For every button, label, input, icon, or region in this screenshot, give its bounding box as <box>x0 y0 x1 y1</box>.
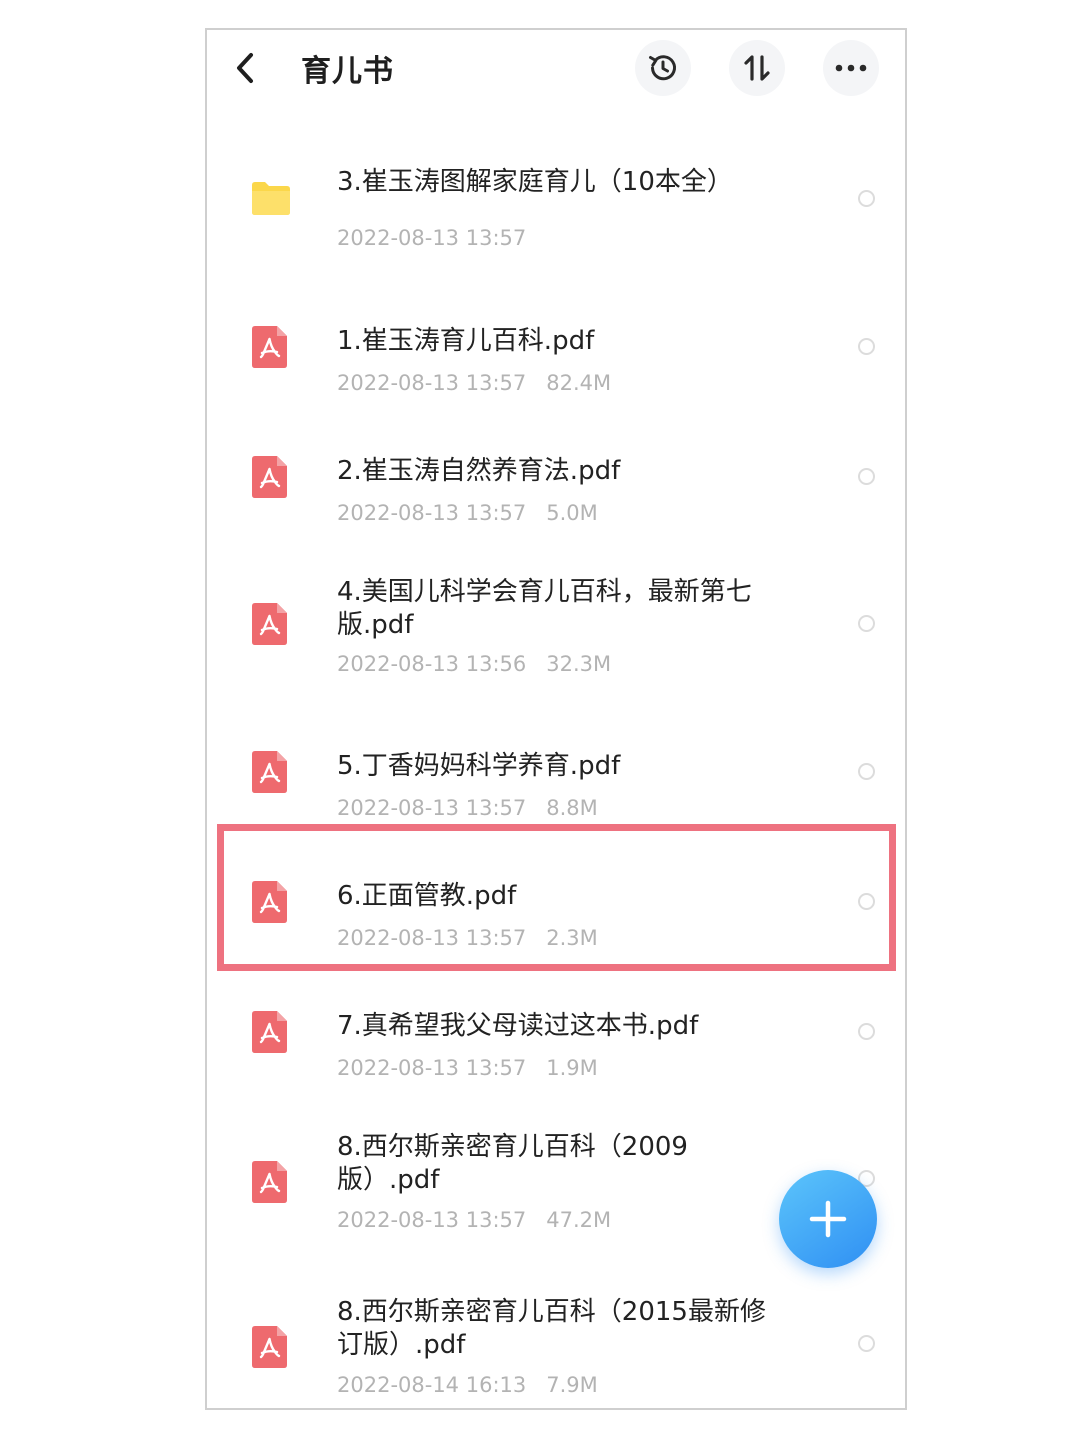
file-meta: 2022-08-13 13:57 8.8M <box>337 796 598 820</box>
pdf-icon <box>252 1161 287 1203</box>
file-meta: 2022-08-13 13:56 32.3M <box>337 652 611 676</box>
select-radio[interactable] <box>858 893 875 910</box>
pdf-icon <box>252 881 287 923</box>
file-date: 2022-08-13 13:56 <box>337 652 527 676</box>
add-button[interactable] <box>779 1170 877 1268</box>
file-name: 8.西尔斯亲密育儿百科（2015最新修订版）.pdf <box>337 1297 766 1360</box>
list-item[interactable]: 4.美国儿科学会育儿百科，最新第七版.pdf 2022-08-13 13:56 3… <box>207 570 905 690</box>
file-name: 8.西尔斯亲密育儿百科（2009版）.pdf <box>337 1132 688 1195</box>
list-item[interactable]: 2.崔玉涛自然养育法.pdf 2022-08-13 13:57 5.0M <box>207 445 905 545</box>
page-title: 育儿书 <box>301 54 394 89</box>
select-radio[interactable] <box>858 763 875 780</box>
pdf-icon <box>252 1326 287 1368</box>
file-name: 7.真希望我父母读过这本书.pdf <box>337 1011 699 1041</box>
plus-icon <box>809 1200 847 1238</box>
history-icon <box>649 55 676 81</box>
file-size: 5.0M <box>546 501 598 525</box>
select-radio[interactable] <box>858 615 875 632</box>
pdf-icon <box>252 456 287 498</box>
file-date: 2022-08-14 16:13 <box>337 1373 527 1397</box>
list-item[interactable]: 7.真希望我父母读过这本书.pdf 2022-08-13 13:57 1.9M <box>207 1000 905 1100</box>
pdf-icon <box>252 603 287 645</box>
header-bar: 育儿书 <box>207 30 905 140</box>
select-radio[interactable] <box>858 338 875 355</box>
file-size: 32.3M <box>546 652 612 676</box>
list-item-highlighted[interactable]: 6.正面管教.pdf 2022-08-13 13:57 2.3M <box>207 870 905 970</box>
file-meta: 2022-08-14 16:13 7.9M <box>337 1373 598 1397</box>
list-item[interactable]: 8.西尔斯亲密育儿百科（2015最新修订版）.pdf 2022-08-14 16… <box>207 1290 905 1408</box>
file-date: 2022-08-13 13:57 <box>337 926 527 950</box>
list-item[interactable]: 3.崔玉涛图解家庭育儿（10本全） 2022-08-13 13:57 <box>207 160 905 290</box>
sort-icon <box>744 55 770 81</box>
file-date: 2022-08-13 13:57 <box>337 371 527 395</box>
file-meta: 2022-08-13 13:57 2.3M <box>337 926 598 950</box>
file-date: 2022-08-13 13:57 <box>337 1056 527 1080</box>
file-date: 2022-08-13 13:57 <box>337 226 527 250</box>
select-radio[interactable] <box>858 468 875 485</box>
file-size: 1.9M <box>546 1056 598 1080</box>
sort-button[interactable] <box>729 40 785 96</box>
file-name: 2.崔玉涛自然养育法.pdf <box>337 456 621 486</box>
file-date: 2022-08-13 13:57 <box>337 1208 527 1232</box>
pdf-icon <box>252 326 287 368</box>
list-item[interactable]: 5.丁香妈妈科学养育.pdf 2022-08-13 13:57 8.8M <box>207 740 905 840</box>
file-size: 8.8M <box>546 796 598 820</box>
file-date: 2022-08-13 13:57 <box>337 796 527 820</box>
history-button[interactable] <box>635 40 691 96</box>
file-date: 2022-08-13 13:57 <box>337 501 527 525</box>
pdf-icon <box>252 1011 287 1053</box>
folder-icon <box>252 182 290 215</box>
chevron-left-icon <box>237 53 253 83</box>
more-button[interactable] <box>823 40 879 96</box>
file-name: 5.丁香妈妈科学养育.pdf <box>337 751 621 781</box>
file-size: 7.9M <box>546 1373 598 1397</box>
list-item[interactable]: 1.崔玉涛育儿百科.pdf 2022-08-13 13:57 82.4M <box>207 315 905 415</box>
file-meta: 2022-08-13 13:57 82.4M <box>337 371 611 395</box>
file-size: 2.3M <box>546 926 598 950</box>
pdf-icon <box>252 751 287 793</box>
file-meta: 2022-08-13 13:57 47.2M <box>337 1208 611 1232</box>
file-meta: 2022-08-13 13:57 1.9M <box>337 1056 598 1080</box>
select-radio[interactable] <box>858 190 875 207</box>
file-name: 6.正面管教.pdf <box>337 881 517 911</box>
file-name: 1.崔玉涛育儿百科.pdf <box>337 326 595 356</box>
file-meta: 2022-08-13 13:57 <box>337 226 526 250</box>
back-button[interactable] <box>227 48 263 88</box>
file-name: 3.崔玉涛图解家庭育儿（10本全） <box>337 167 733 197</box>
more-horizontal-icon <box>835 64 867 72</box>
file-size: 47.2M <box>546 1208 612 1232</box>
select-radio[interactable] <box>858 1023 875 1040</box>
file-meta: 2022-08-13 13:57 5.0M <box>337 501 598 525</box>
file-name: 4.美国儿科学会育儿百科，最新第七版.pdf <box>337 577 752 640</box>
select-radio[interactable] <box>858 1335 875 1352</box>
file-size: 82.4M <box>546 371 612 395</box>
